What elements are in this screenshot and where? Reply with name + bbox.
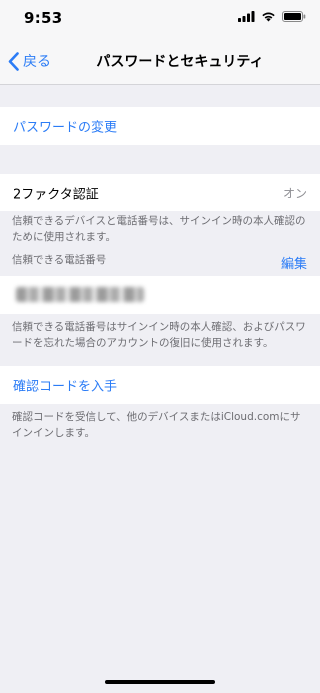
nav-bar: 戻る パスワードとセキュリティ — [0, 40, 320, 85]
wifi-icon — [262, 12, 275, 22]
back-button[interactable]: 戻る — [8, 46, 51, 76]
edit-button[interactable]: 編集 — [281, 253, 307, 272]
back-label: 戻る — [23, 54, 51, 70]
trusted-numbers-header: 信頼できる電話番号 — [12, 254, 107, 266]
two-factor-footnote: 信頼できるデバイスと電話番号は、サインイン時の本人確認のために使用されます。 — [12, 215, 306, 243]
get-verification-code-label: 確認コードを入手 — [13, 379, 118, 395]
blurred-phone-number — [16, 287, 144, 302]
signal-icon — [238, 11, 255, 22]
change-password-label: パスワードの変更 — [13, 120, 118, 136]
trusted-numbers-footnote: 信頼できる電話番号はサインイン時の本人確認、およびパスワードを忘れた場合のアカウ… — [12, 321, 306, 349]
chevron-left-icon — [8, 51, 19, 71]
battery-icon — [282, 11, 306, 22]
trusted-phone-row[interactable] — [0, 276, 320, 314]
two-factor-label: 2ファクタ認証 — [13, 187, 99, 202]
two-factor-status: オン — [282, 186, 307, 200]
home-indicator — [105, 680, 215, 684]
status-bar: 9:53 — [0, 0, 320, 40]
status-icons — [238, 11, 306, 22]
change-password-row[interactable]: パスワードの変更 — [0, 107, 320, 145]
two-factor-row[interactable]: 2ファクタ認証 オン — [0, 174, 320, 211]
get-verification-code-row[interactable]: 確認コードを入手 — [0, 366, 320, 404]
status-time: 9:53 — [24, 9, 63, 27]
page-title: パスワードとセキュリティ — [96, 54, 264, 70]
verification-code-footnote: 確認コードを受信して、他のデバイスまたはiCloud.comにサインインします。 — [12, 411, 301, 439]
